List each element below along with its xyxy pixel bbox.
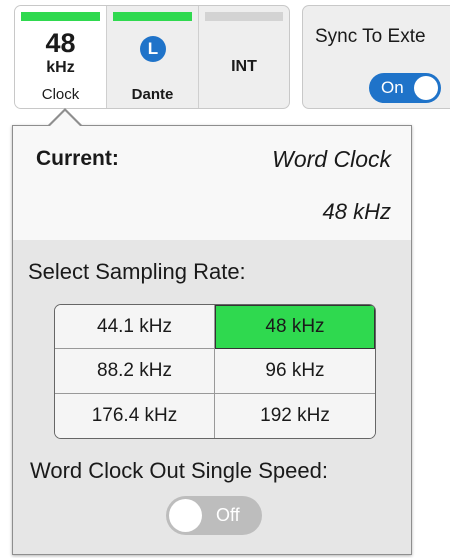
sync-external-label: Sync To Exte (315, 26, 426, 47)
current-clock-box: Current: Word Clock 48 kHz (13, 126, 411, 240)
sync-toggle-state: On (381, 78, 404, 97)
clock-source-label: Clock (41, 86, 80, 103)
dante-source-label: Dante (131, 86, 174, 103)
clock-source-dante[interactable]: L Dante (107, 6, 199, 108)
rate-button-192[interactable]: 192 kHz (215, 393, 375, 438)
clock-rate-value: 48 (45, 28, 76, 58)
word-clock-out-label: Word Clock Out Single Speed: (30, 458, 328, 483)
clock-source-int[interactable]: INT (199, 6, 289, 108)
clock-source-clock[interactable]: 48 kHz Clock (15, 6, 107, 108)
toggle-knob (414, 76, 438, 100)
rate-button-48[interactable]: 48 kHz (215, 305, 375, 350)
sampling-rate-popover: Current: Word Clock 48 kHz Select Sampli… (12, 125, 412, 555)
rate-button-44-1[interactable]: 44.1 kHz (55, 305, 215, 350)
toggle-knob (169, 499, 202, 532)
dante-leader-icon: L (140, 36, 166, 62)
popover-pointer-fill (50, 111, 80, 126)
word-clock-toggle-state: Off (216, 505, 240, 525)
current-label: Current: (36, 147, 119, 170)
int-source-label: INT (231, 58, 257, 75)
status-bar-active (113, 12, 192, 21)
rate-button-96[interactable]: 96 kHz (215, 349, 375, 394)
sync-external-toggle[interactable]: On (369, 73, 441, 103)
clock-rate-unit: kHz (46, 59, 75, 76)
rate-button-176-4[interactable]: 176.4 kHz (55, 393, 215, 438)
clock-source-selector: 48 kHz Clock L Dante INT (14, 5, 290, 109)
current-source-value: Word Clock (272, 146, 391, 172)
word-clock-single-speed-toggle[interactable]: Off (166, 496, 262, 535)
status-bar-active (21, 12, 100, 21)
rate-button-88-2[interactable]: 88.2 kHz (55, 349, 215, 394)
status-bar-inactive (205, 12, 283, 21)
select-sampling-rate-label: Select Sampling Rate: (28, 259, 246, 284)
sync-external-panel: Sync To Exte On (302, 5, 450, 109)
sampling-rate-grid: 44.1 kHz 48 kHz 88.2 kHz 96 kHz 176.4 kH… (54, 304, 376, 439)
current-rate-value: 48 kHz (322, 199, 391, 224)
